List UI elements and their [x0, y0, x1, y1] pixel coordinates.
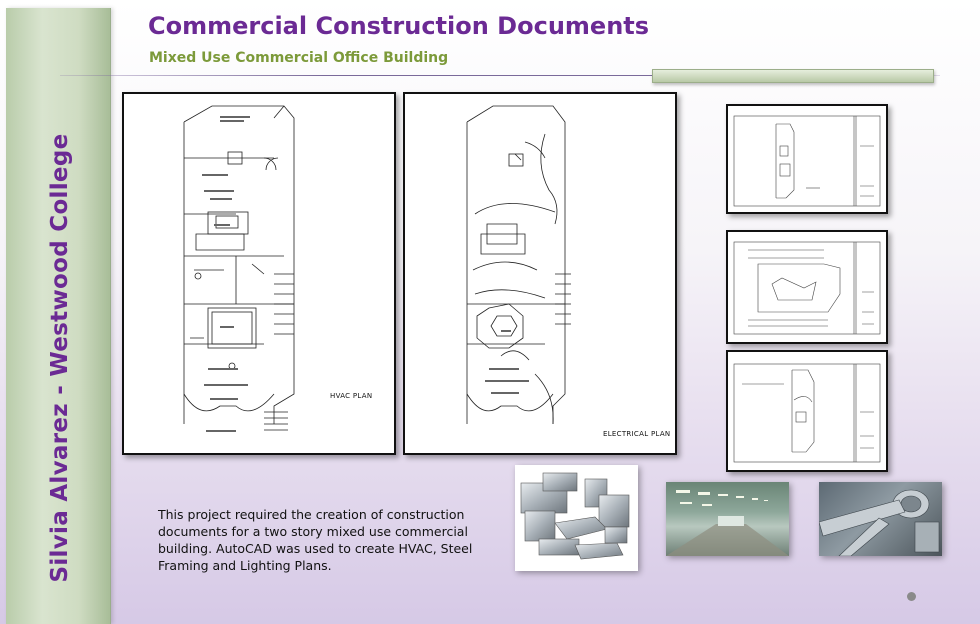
site-plan-sheet-thumbnail[interactable] [726, 230, 888, 344]
electrical-plan-label: ELECTRICAL PLAN [603, 430, 671, 438]
page-subtitle: Mixed Use Commercial Office Building [149, 50, 449, 66]
hvac-plan-drawing[interactable]: HVAC PLAN [122, 92, 396, 455]
sheet-1-linework [733, 115, 881, 207]
sidebar: Silvia Alvarez - Westwood College [6, 8, 111, 624]
corridor-illustration [666, 490, 789, 556]
duct-illustration [819, 489, 940, 556]
electrical-plan-linework [466, 105, 571, 425]
hvac-plan-label: HVAC PLAN [330, 392, 373, 400]
office-ceiling-lighting-photo[interactable] [666, 482, 789, 556]
author-label: Silvia Alvarez - Westwood College [47, 133, 73, 583]
sheet-2-linework [733, 241, 881, 335]
page-title: Commercial Construction Documents [148, 12, 650, 40]
electrical-plan-drawing[interactable]: ELECTRICAL PLAN [403, 92, 677, 455]
exposed-ductwork-photo[interactable] [819, 482, 942, 556]
ductwork-illustration [520, 472, 630, 560]
dot-icon[interactable] [907, 592, 916, 601]
lighting-plan-sheet-thumbnail[interactable] [726, 350, 888, 472]
header-accent-bar [652, 69, 934, 83]
ductwork-components-photo[interactable] [515, 465, 638, 571]
sheet-3-linework [733, 363, 881, 463]
project-description: This project required the creation of co… [158, 507, 473, 573]
steel-framing-sheet-thumbnail[interactable] [726, 104, 888, 214]
